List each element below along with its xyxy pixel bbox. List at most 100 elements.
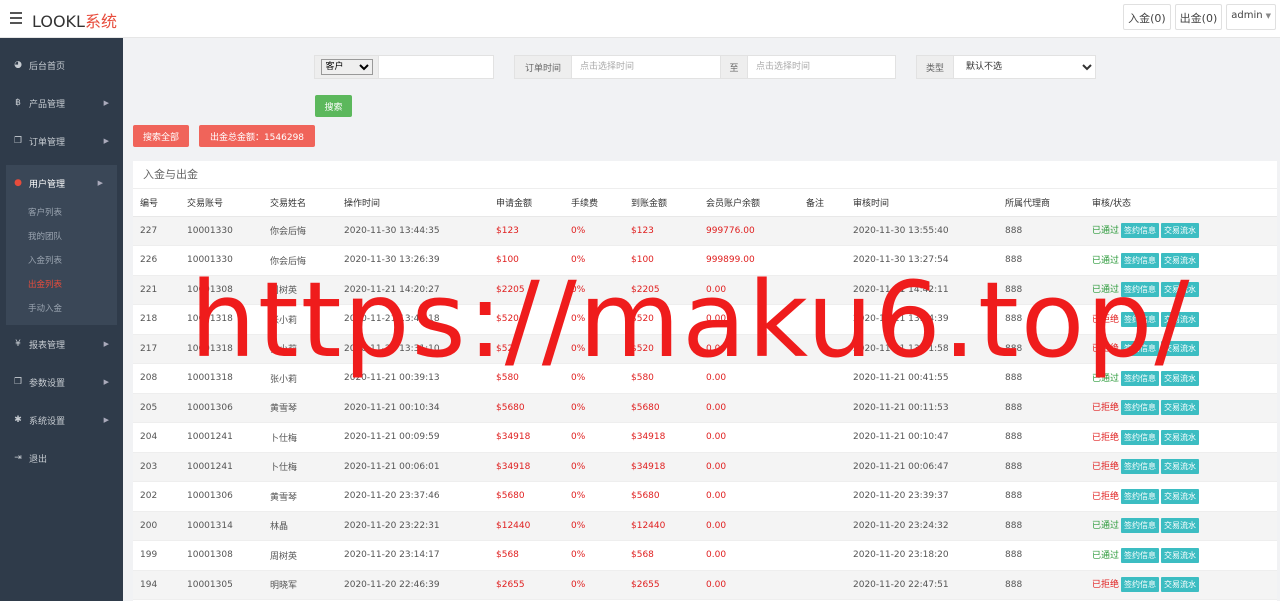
sign-info-button[interactable]: 签约信息 (1121, 459, 1160, 475)
status-badge: 已拒绝 (1092, 432, 1120, 443)
table-row: 203 10001241 卜仕梅 2020-11-21 00:06:01 $34918 0… (133, 452, 1277, 482)
cell-id: 208 (133, 363, 180, 394)
sign-info-button[interactable]: 签约信息 (1121, 282, 1160, 298)
cell-status: 已通过 签约信息 交易流水 (1085, 363, 1277, 394)
trade-flow-button[interactable]: 交易流水 (1161, 547, 1200, 563)
sign-info-button[interactable]: 签约信息 (1121, 252, 1160, 268)
cell-agent: 888 (998, 570, 1085, 600)
sign-info-button[interactable]: 签约信息 (1121, 547, 1160, 563)
sign-info-button[interactable]: 签约信息 (1121, 400, 1160, 416)
table-row: 208 10001318 张小莉 2020-11-21 00:39:13 $580 0% $… (133, 363, 1277, 394)
user-icon: ● (14, 178, 22, 188)
withdraw-button[interactable]: 出金(0) (1174, 4, 1223, 30)
trade-flow-button[interactable]: 交易流水 (1161, 223, 1200, 239)
cell-op-time: 2020-11-21 13:31:10 (337, 334, 489, 364)
menu-toggle-icon[interactable] (10, 12, 22, 24)
to-label: 至 (720, 56, 748, 78)
cell-id: 203 (133, 452, 180, 482)
sidebar-item-system[interactable]: ✱ 系统设置 ▶ (0, 401, 123, 439)
sign-info-button[interactable]: 签约信息 (1121, 429, 1160, 445)
trade-flow-button[interactable]: 交易流水 (1161, 311, 1200, 327)
sign-info-button[interactable]: 签约信息 (1121, 577, 1160, 593)
trade-flow-button[interactable]: 交易流水 (1161, 488, 1200, 504)
sign-info-button[interactable]: 签约信息 (1121, 370, 1160, 386)
sidebar-item-products[interactable]: ฿ 产品管理 ▶ (0, 84, 123, 122)
trade-flow-button[interactable]: 交易流水 (1161, 341, 1200, 357)
cell-note (799, 363, 846, 394)
customer-select[interactable]: 客户 (320, 59, 373, 75)
top-actions: 入金(0) 出金(0) admin ▼ (1123, 4, 1276, 30)
col-account-header: 交易账号 (180, 189, 263, 217)
status-badge: 已通过 (1092, 285, 1120, 296)
trade-flow-button[interactable]: 交易流水 (1161, 459, 1200, 475)
trade-flow-button[interactable]: 交易流水 (1161, 282, 1200, 298)
start-date-input[interactable] (572, 56, 720, 78)
cell-agent: 888 (998, 422, 1085, 453)
gears-icon: ✱ (14, 415, 22, 425)
search-all-button[interactable]: 搜索全部 (133, 125, 189, 147)
sidebar: ◕ 后台首页 ฿ 产品管理 ▶ ❐ 订单管理 ▶ ● 用户管理 ▶ 客户列表 我的团队 入金列… (0, 38, 123, 601)
sidebar-item-label: 报表管理 (29, 340, 66, 351)
submenu-withdrawals[interactable]: 出金列表 (6, 273, 117, 297)
cell-op-time: 2020-11-30 13:44:35 (337, 216, 489, 246)
cell-audit-time: 2020-11-20 23:39:37 (846, 481, 998, 512)
sign-info-button[interactable]: 签约信息 (1121, 341, 1160, 357)
type-select[interactable]: 默认不选 (954, 56, 1095, 78)
brand-accent: 系统 (84, 12, 117, 31)
submenu-customers[interactable]: 客户列表 (6, 201, 117, 225)
trade-flow-button[interactable]: 交易流水 (1161, 400, 1200, 416)
cell-fee: 0% (564, 481, 624, 512)
cell-agent: 888 (998, 216, 1085, 246)
sidebar-item-users[interactable]: ● 用户管理 ▶ (6, 165, 117, 201)
trade-flow-button[interactable]: 交易流水 (1161, 577, 1200, 593)
cell-balance: 0.00 (699, 363, 799, 394)
cell-note (799, 334, 846, 364)
cell-name: 卜仕梅 (263, 452, 337, 482)
cell-agent: 888 (998, 245, 1085, 276)
search-button[interactable]: 搜索 (315, 95, 352, 117)
cell-fee: 0% (564, 245, 624, 276)
cell-audit-time: 2020-11-20 23:24:32 (846, 511, 998, 541)
user-menu-button[interactable]: admin ▼ (1226, 4, 1276, 30)
sign-info-button[interactable]: 签约信息 (1121, 518, 1160, 534)
end-date-input[interactable] (748, 56, 895, 78)
customer-filter: 客户 (314, 55, 494, 79)
cell-agent: 888 (998, 481, 1085, 512)
cell-note (799, 275, 846, 305)
submenu-my-team[interactable]: 我的团队 (6, 225, 117, 249)
trade-flow-button[interactable]: 交易流水 (1161, 518, 1200, 534)
submenu-manual-deposit[interactable]: 手动入金 (6, 297, 117, 321)
sign-info-button[interactable]: 签约信息 (1121, 223, 1160, 239)
col-name-header: 交易姓名 (263, 189, 337, 217)
cell-account: 10001306 (180, 481, 263, 512)
sign-info-button[interactable]: 签约信息 (1121, 311, 1160, 327)
cell-status: 已拒绝 签约信息 交易流水 (1085, 304, 1277, 335)
cell-name: 张小莉 (263, 334, 337, 364)
trade-flow-button[interactable]: 交易流水 (1161, 252, 1200, 268)
cell-note (799, 452, 846, 482)
chevron-right-icon: ▶ (103, 416, 109, 424)
customer-search-input[interactable] (379, 56, 493, 78)
deposit-button[interactable]: 入金(0) (1123, 4, 1171, 30)
sidebar-item-label: 产品管理 (29, 99, 66, 110)
sign-info-button[interactable]: 签约信息 (1121, 488, 1160, 504)
trade-flow-button[interactable]: 交易流水 (1161, 370, 1200, 386)
submenu-deposits[interactable]: 入金列表 (6, 249, 117, 273)
brand-logo: LOOKL系统 (32, 8, 117, 32)
cell-fee: 0% (564, 275, 624, 305)
caret-down-icon: ▼ (1265, 12, 1271, 20)
sidebar-item-reports[interactable]: ¥ 报表管理 ▶ (0, 325, 123, 363)
sidebar-item-logout[interactable]: ⇥ 退出 (0, 439, 123, 477)
cell-id: 217 (133, 334, 180, 364)
cell-status: 已拒绝 签约信息 交易流水 (1085, 570, 1277, 600)
sidebar-item-orders[interactable]: ❐ 订单管理 ▶ (0, 122, 123, 160)
trade-flow-button[interactable]: 交易流水 (1161, 429, 1200, 445)
cell-balance: 0.00 (699, 481, 799, 512)
cell-op-time: 2020-11-21 00:39:13 (337, 363, 489, 394)
sidebar-item-params[interactable]: ❐ 参数设置 ▶ (0, 363, 123, 401)
cell-received: $580 (624, 363, 699, 394)
copy-icon: ❐ (13, 136, 23, 146)
sidebar-item-dashboard[interactable]: ◕ 后台首页 (0, 46, 123, 84)
brand-main: LOOKL (32, 12, 85, 31)
cell-amount: $520 (489, 334, 564, 364)
